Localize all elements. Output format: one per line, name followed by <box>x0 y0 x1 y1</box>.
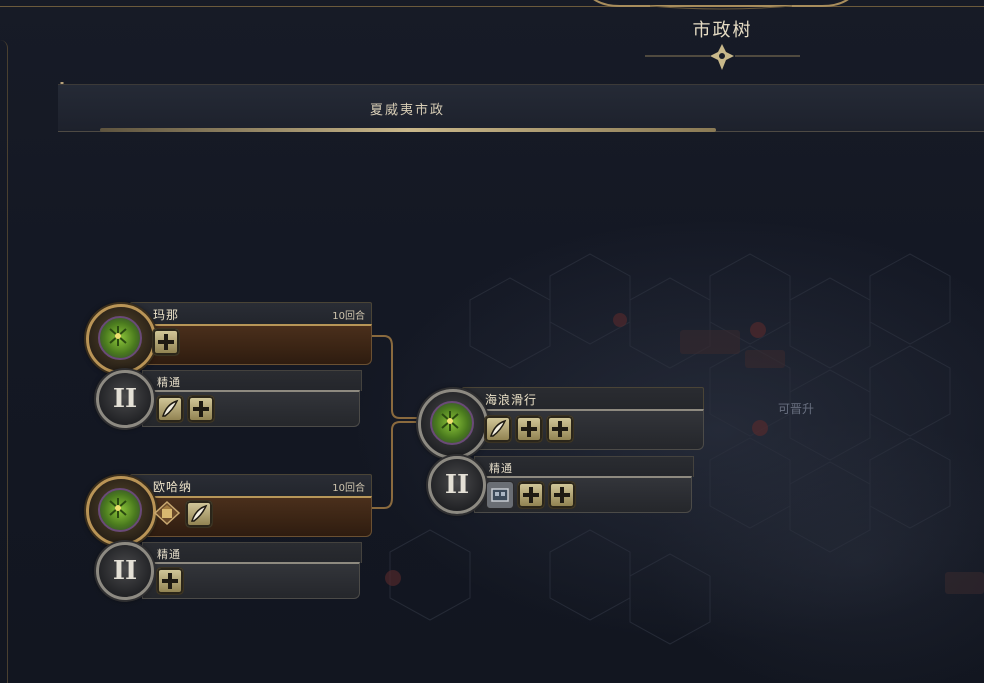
section-title: 夏威夷市政 <box>370 103 446 118</box>
civic-medal <box>86 476 156 546</box>
left-rail <box>0 40 8 683</box>
hawaii-civic-emblem-icon <box>98 316 142 360</box>
mastery-card-header: 精通 <box>142 542 362 563</box>
hawaii-civic-emblem-icon <box>430 401 474 445</box>
mastery-medal: II <box>428 456 486 514</box>
civic-name: 欧哈纳 <box>153 480 193 494</box>
mastery-level: II <box>444 470 470 500</box>
mastery-card-ohana[interactable]: 精通 II <box>96 540 366 600</box>
civic-card-mana[interactable]: 玛那 10回合 <box>86 302 376 374</box>
civic-card-header: 欧哈纳 10回合 <box>130 474 372 497</box>
civic-medal <box>418 389 488 459</box>
plus-icon[interactable] <box>548 481 576 509</box>
civic-unlock-icons <box>152 500 213 528</box>
map-label-promotion: 可晋升 <box>778 402 815 416</box>
civic-unlock-icons <box>152 328 180 356</box>
mastery-level: II <box>112 556 138 586</box>
civic-card-ohana[interactable]: 欧哈纳 10回合 <box>86 474 376 546</box>
mastery-level: II <box>112 384 138 414</box>
mastery-card-surfing[interactable]: 精通 II <box>428 454 698 514</box>
mastery-medal: II <box>96 542 154 600</box>
plus-icon[interactable] <box>156 567 184 595</box>
page-title-block: 市政树 <box>640 0 805 80</box>
civic-unlock-icons <box>484 415 574 443</box>
plus-icon[interactable] <box>152 328 180 356</box>
page-title: 市政树 <box>692 20 753 41</box>
mastery-label: 精通 <box>157 376 181 389</box>
mastery-card-mana[interactable]: 精通 II <box>96 368 366 428</box>
civic-turns: 10回合 <box>332 483 365 494</box>
district-icon[interactable] <box>152 500 182 526</box>
title-ornament-icon <box>645 44 800 70</box>
plus-icon[interactable] <box>546 415 574 443</box>
building-icon[interactable] <box>486 481 514 509</box>
civic-turns: 10回合 <box>332 311 365 322</box>
section-header <box>58 84 984 132</box>
quill-icon[interactable] <box>185 500 213 528</box>
mastery-unlock-icons <box>486 481 576 509</box>
mastery-medal: II <box>96 370 154 428</box>
plus-icon[interactable] <box>517 481 545 509</box>
mastery-card-header: 精通 <box>142 370 362 391</box>
civic-card-header: 玛那 10回合 <box>130 302 372 325</box>
quill-icon[interactable] <box>156 395 184 423</box>
plus-icon[interactable] <box>515 415 543 443</box>
quill-icon[interactable] <box>484 415 512 443</box>
mastery-label: 精通 <box>157 548 181 561</box>
mastery-unlock-icons <box>156 567 184 595</box>
civic-card-surfing[interactable]: 海浪滑行 <box>418 387 708 459</box>
civic-name: 海浪滑行 <box>485 393 538 407</box>
mastery-label: 精通 <box>489 462 513 475</box>
civic-medal <box>86 304 156 374</box>
civic-card-header: 海浪滑行 <box>462 387 704 410</box>
mastery-card-header: 精通 <box>474 456 694 477</box>
mastery-unlock-icons <box>156 395 215 423</box>
hawaii-civic-emblem-icon <box>98 488 142 532</box>
section-progress-bar <box>100 128 716 132</box>
plus-icon[interactable] <box>187 395 215 423</box>
civic-name: 玛那 <box>153 308 180 322</box>
